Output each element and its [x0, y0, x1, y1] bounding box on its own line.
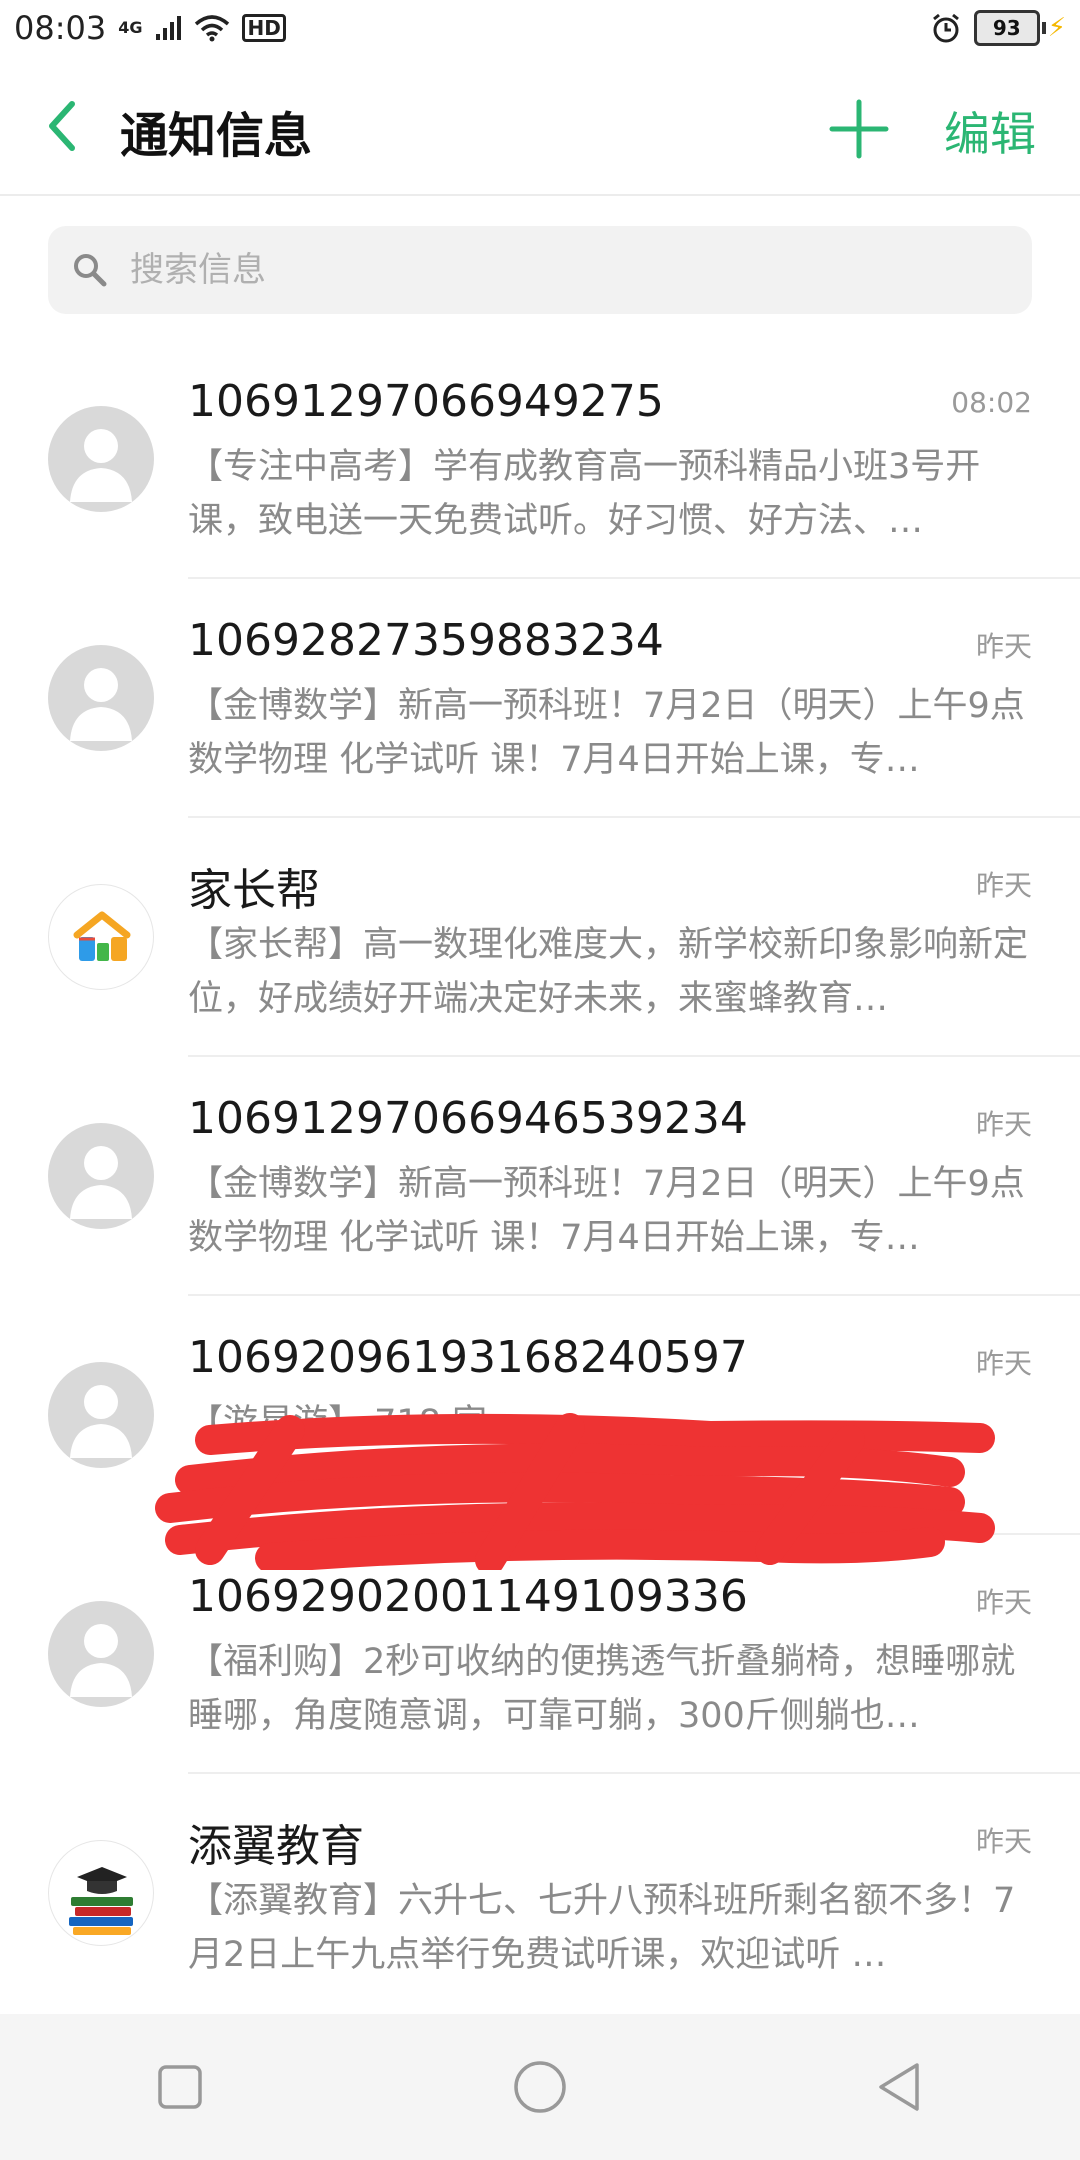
search-bar[interactable]	[48, 226, 1032, 314]
message-sender: 10691297066949275	[188, 376, 664, 427]
search-input[interactable]	[128, 249, 992, 291]
alarm-icon	[932, 13, 959, 43]
triangle-back-icon	[879, 2063, 919, 2111]
message-row[interactable]: 10692096193168240597 昨天 【游星游】 718 家…	[0, 1296, 1080, 1535]
back-nav-button[interactable]	[860, 2047, 940, 2127]
message-preview: 【添翼教育】六升七、七升八预科班所剩名额不多！7月2日上午九点举行免费试听课，欢…	[188, 1881, 1016, 1975]
message-list: 10691297066949275 08:02 【专注中高考】学有成教育高一预科…	[0, 340, 1080, 2013]
home-button[interactable]	[500, 2047, 580, 2127]
message-preview: 【游星游】 718 家…	[188, 1403, 523, 1443]
graduation-books-icon	[48, 1840, 154, 1946]
message-time: 昨天	[975, 1108, 1032, 1141]
default-avatar-icon	[48, 1601, 154, 1707]
message-preview: 【金博数学】新高一预科班！7月2日（明天）上午9点数学物理 化学试听 课！7月4…	[188, 686, 1025, 780]
message-preview: 【专注中高考】学有成教育高一预科精品小班3号开课，致电送一天免费试听。好习惯、好…	[188, 447, 981, 541]
status-time: 08:03	[14, 9, 107, 47]
page-title: 通知信息	[120, 108, 313, 164]
default-avatar-icon	[48, 1123, 154, 1229]
message-row[interactable]: 10692902001149109336 昨天 【福利购】2秒可收纳的便携透气折…	[0, 1535, 1080, 1774]
message-row[interactable]: 家长帮 昨天 【家长帮】高一数理化难度大，新学校新印象影响新定位，好成绩好开端决…	[0, 818, 1080, 1057]
message-preview: 【家长帮】高一数理化难度大，新学校新印象影响新定位，好成绩好开端决定好未来，来蜜…	[188, 925, 1029, 1019]
message-row[interactable]: 添翼教育 昨天 【添翼教育】六升七、七升八预科班所剩名额不多！7月2日上午九点举…	[0, 1774, 1080, 2013]
default-avatar-icon	[48, 406, 154, 512]
circle-icon	[514, 2061, 566, 2113]
message-time: 08:02	[951, 386, 1032, 419]
message-sender: 10692827359883234	[188, 615, 664, 666]
default-avatar-icon	[48, 645, 154, 751]
message-row[interactable]: 10691297066946539234 昨天 【金博数学】新高一预科班！7月2…	[0, 1057, 1080, 1296]
add-button[interactable]	[826, 96, 892, 162]
charging-icon: ⚡	[1047, 13, 1066, 43]
message-time: 昨天	[975, 1825, 1032, 1858]
status-right: 93 ⚡	[930, 10, 1066, 46]
search-icon	[74, 254, 107, 287]
battery-level: 93	[973, 10, 1040, 46]
back-arrow-icon	[49, 101, 75, 151]
message-row[interactable]: 10691297066949275 08:02 【专注中高考】学有成教育高一预科…	[0, 340, 1080, 579]
back-button[interactable]	[40, 96, 90, 156]
message-sender: 10691297066946539234	[188, 1093, 748, 1144]
message-sender: 添翼教育	[188, 1821, 364, 1872]
network-type: 4G	[118, 18, 143, 37]
jiazhangbang-logo-icon	[48, 884, 154, 990]
app-header: 通知信息 编辑	[0, 56, 1080, 196]
status-bar: 08:03 4G HD 93 ⚡	[0, 0, 1080, 56]
default-avatar-icon	[48, 1362, 154, 1468]
battery-tip	[1041, 22, 1046, 34]
message-sender: 10692096193168240597	[188, 1332, 748, 1383]
wifi-icon	[195, 15, 230, 42]
square-icon	[158, 2065, 202, 2109]
status-left: 08:03 4G HD	[14, 9, 286, 47]
message-time: 昨天	[975, 1347, 1032, 1380]
signal-icon	[156, 16, 182, 40]
recents-button[interactable]	[140, 2047, 220, 2127]
edit-button[interactable]: 编辑	[944, 98, 1036, 164]
hd-badge: HD	[242, 14, 286, 42]
message-time: 昨天	[975, 1586, 1032, 1619]
message-preview: 【福利购】2秒可收纳的便携透气折叠躺椅，想睡哪就睡哪，角度随意调，可靠可躺，30…	[188, 1642, 1016, 1736]
message-sender: 10692902001149109336	[188, 1571, 748, 1622]
message-preview: 【金博数学】新高一预科班！7月2日（明天）上午9点数学物理 化学试听 课！7月4…	[188, 1164, 1025, 1258]
battery-indicator: 93 ⚡	[973, 10, 1066, 46]
plus-icon	[829, 99, 889, 159]
message-time: 昨天	[975, 630, 1032, 663]
message-row[interactable]: 10692827359883234 昨天 【金博数学】新高一预科班！7月2日（明…	[0, 579, 1080, 818]
message-sender: 家长帮	[188, 865, 320, 916]
message-time: 昨天	[975, 869, 1032, 902]
system-nav-bar	[0, 2014, 1080, 2160]
